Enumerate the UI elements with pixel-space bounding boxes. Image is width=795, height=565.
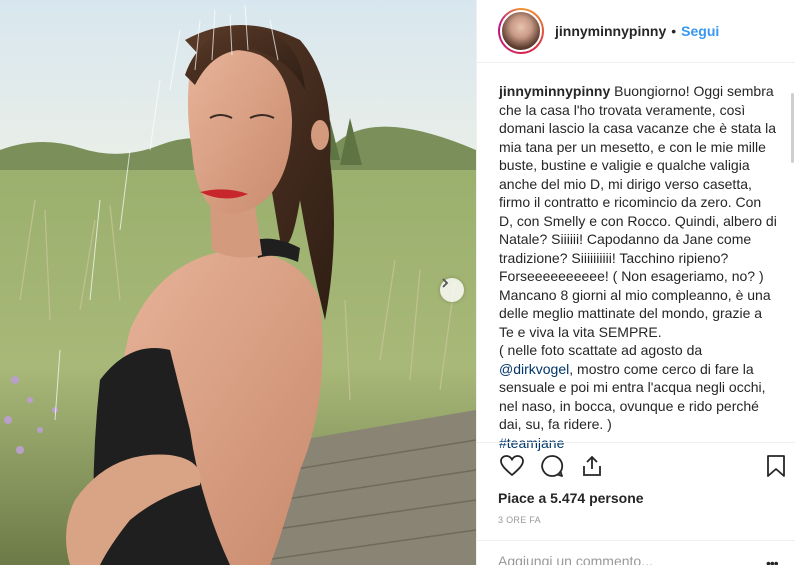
chevron-right-icon: [442, 278, 449, 288]
header-username[interactable]: jinnyminnypinny: [555, 23, 666, 39]
post-timestamp: 3 ORE FA: [498, 515, 541, 525]
caption-text-2: ( nelle foto scattate ad agosto da: [499, 342, 703, 358]
share-button[interactable]: [578, 452, 606, 480]
heart-icon: [500, 455, 524, 477]
next-photo-button[interactable]: [440, 278, 464, 302]
likes-count[interactable]: Piace a 5.474 persone: [498, 490, 644, 506]
post-photo: [0, 0, 476, 565]
avatar[interactable]: [500, 10, 542, 52]
caption-text: Buongiorno! Oggi sembra che la casa l'ho…: [499, 83, 777, 340]
post-caption: jinnyminnypinny Buongiorno! Oggi sembra …: [499, 82, 779, 452]
caption-mention[interactable]: @dirkvogel: [499, 361, 569, 377]
actions-divider: [477, 442, 795, 443]
comment-icon: [541, 455, 564, 477]
follow-button[interactable]: Segui: [681, 23, 719, 39]
header-separator: •: [671, 23, 677, 39]
comment-button[interactable]: [538, 452, 566, 480]
share-icon: [583, 455, 601, 476]
action-bar: [498, 452, 785, 480]
like-button[interactable]: [498, 452, 526, 480]
post-side-panel: jinnyminnypinny • Segui jinnyminnypinny …: [476, 0, 795, 565]
comment-input[interactable]: [498, 553, 738, 565]
save-button[interactable]: [762, 452, 790, 480]
avatar-ring[interactable]: [498, 8, 544, 54]
caption-scrollbar[interactable]: [791, 93, 794, 163]
post-header: jinnyminnypinny • Segui: [477, 0, 795, 63]
caption-username[interactable]: jinnyminnypinny: [499, 83, 610, 99]
photo-illustration: [0, 0, 476, 565]
more-icon[interactable]: •••: [766, 555, 779, 565]
bookmark-icon: [767, 455, 785, 477]
